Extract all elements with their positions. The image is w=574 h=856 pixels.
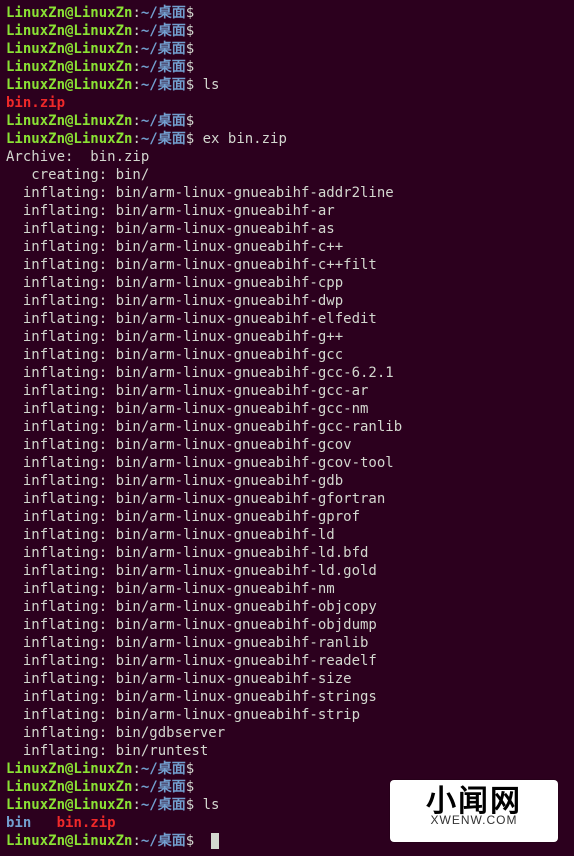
file-binzip: bin.zip [57,815,116,831]
prompt-path: ~/桌面 [141,41,186,57]
output-line: inflating: bin/arm-linux-gnueabihf-g++ [6,328,568,346]
prompt-user: LinuxZn@LinuxZn [6,797,132,813]
command-text: ex bin.zip [194,131,287,147]
prompt-user: LinuxZn@LinuxZn [6,5,132,21]
prompt-dollar: $ [186,5,194,21]
prompt-colon: : [132,131,140,147]
output-line: inflating: bin/arm-linux-gnueabihf-gcc-r… [6,418,568,436]
prompt-path: ~/桌面 [141,59,186,75]
prompt-line: LinuxZn@LinuxZn:~/桌面$ [6,40,568,58]
file-binzip: bin.zip [6,95,65,111]
dir-bin: bin [6,815,31,831]
output-line: inflating: bin/arm-linux-gnueabihf-nm [6,580,568,598]
prompt-user: LinuxZn@LinuxZn [6,23,132,39]
output-line: inflating: bin/runtest [6,742,568,760]
output-line: inflating: bin/arm-linux-gnueabihf-gdb [6,472,568,490]
prompt-user: LinuxZn@LinuxZn [6,833,132,849]
prompt-dollar: $ [186,797,194,813]
watermark-subtitle: XWENW.COM [431,811,518,829]
prompt-colon: : [132,761,140,777]
prompt-path: ~/桌面 [141,761,186,777]
prompt-user: LinuxZn@LinuxZn [6,41,132,57]
command-text [194,833,202,849]
prompt-dollar: $ [186,833,194,849]
prompt-user: LinuxZn@LinuxZn [6,113,132,129]
prompt-colon: : [132,833,140,849]
prompt-line: LinuxZn@LinuxZn:~/桌面$ ex bin.zip [6,130,568,148]
output-line: inflating: bin/arm-linux-gnueabihf-c++ [6,238,568,256]
output-line: inflating: bin/gdbserver [6,724,568,742]
prompt-dollar: $ [186,41,194,57]
prompt-line: LinuxZn@LinuxZn:~/桌面$ [6,760,568,778]
watermark: 小闻网 XWENW.COM [390,780,558,842]
output-line: Archive: bin.zip [6,148,568,166]
prompt-colon: : [132,41,140,57]
output-line: inflating: bin/arm-linux-gnueabihf-as [6,220,568,238]
terminal-output[interactable]: LinuxZn@LinuxZn:~/桌面$LinuxZn@LinuxZn:~/桌… [6,4,568,850]
prompt-user: LinuxZn@LinuxZn [6,77,132,93]
prompt-path: ~/桌面 [141,113,186,129]
output-line: inflating: bin/arm-linux-gnueabihf-gcc-n… [6,400,568,418]
output-line: inflating: bin/arm-linux-gnueabihf-reade… [6,652,568,670]
output-line: inflating: bin/arm-linux-gnueabihf-ranli… [6,634,568,652]
prompt-user: LinuxZn@LinuxZn [6,761,132,777]
output-line: inflating: bin/arm-linux-gnueabihf-gcov-… [6,454,568,472]
prompt-line: LinuxZn@LinuxZn:~/桌面$ ls [6,76,568,94]
cursor [211,833,219,849]
command-text: ls [194,77,219,93]
output-line: inflating: bin/arm-linux-gnueabihf-gprof [6,508,568,526]
prompt-dollar: $ [186,59,194,75]
prompt-dollar: $ [186,77,194,93]
prompt-dollar: $ [186,131,194,147]
prompt-path: ~/桌面 [141,779,186,795]
prompt-dollar: $ [186,23,194,39]
prompt-user: LinuxZn@LinuxZn [6,779,132,795]
prompt-line: LinuxZn@LinuxZn:~/桌面$ [6,112,568,130]
prompt-dollar: $ [186,761,194,777]
output-line: inflating: bin/arm-linux-gnueabihf-ld [6,526,568,544]
prompt-user: LinuxZn@LinuxZn [6,131,132,147]
output-line: inflating: bin/arm-linux-gnueabihf-gcc [6,346,568,364]
prompt-dollar: $ [186,113,194,129]
prompt-path: ~/桌面 [141,77,186,93]
output-line: inflating: bin/arm-linux-gnueabihf-cpp [6,274,568,292]
command-text: ls [194,797,219,813]
output-line: inflating: bin/arm-linux-gnueabihf-c++fi… [6,256,568,274]
output-line: creating: bin/ [6,166,568,184]
output-line: inflating: bin/arm-linux-gnueabihf-addr2… [6,184,568,202]
output-line: inflating: bin/arm-linux-gnueabihf-gcc-a… [6,382,568,400]
prompt-line: LinuxZn@LinuxZn:~/桌面$ [6,22,568,40]
prompt-path: ~/桌面 [141,131,186,147]
output-line: inflating: bin/arm-linux-gnueabihf-objco… [6,598,568,616]
prompt-line: LinuxZn@LinuxZn:~/桌面$ [6,58,568,76]
prompt-path: ~/桌面 [141,23,186,39]
prompt-dollar: $ [186,779,194,795]
output-line: inflating: bin/arm-linux-gnueabihf-ld.go… [6,562,568,580]
prompt-colon: : [132,59,140,75]
output-line: inflating: bin/arm-linux-gnueabihf-size [6,670,568,688]
prompt-colon: : [132,23,140,39]
output-line: inflating: bin/arm-linux-gnueabihf-strin… [6,688,568,706]
ls-output-line: bin.zip [6,94,568,112]
output-line: inflating: bin/arm-linux-gnueabihf-gcc-6… [6,364,568,382]
output-line: inflating: bin/arm-linux-gnueabihf-gcov [6,436,568,454]
output-line: inflating: bin/arm-linux-gnueabihf-dwp [6,292,568,310]
prompt-line: LinuxZn@LinuxZn:~/桌面$ [6,4,568,22]
prompt-colon: : [132,797,140,813]
output-line: inflating: bin/arm-linux-gnueabihf-elfed… [6,310,568,328]
prompt-colon: : [132,77,140,93]
output-line: inflating: bin/arm-linux-gnueabihf-gfort… [6,490,568,508]
prompt-user: LinuxZn@LinuxZn [6,59,132,75]
output-line: inflating: bin/arm-linux-gnueabihf-objdu… [6,616,568,634]
prompt-path: ~/桌面 [141,833,186,849]
output-line: inflating: bin/arm-linux-gnueabihf-ar [6,202,568,220]
prompt-path: ~/桌面 [141,5,186,21]
watermark-title: 小闻网 [426,793,522,811]
output-line: inflating: bin/arm-linux-gnueabihf-ld.bf… [6,544,568,562]
prompt-colon: : [132,779,140,795]
prompt-colon: : [132,113,140,129]
prompt-colon: : [132,5,140,21]
prompt-path: ~/桌面 [141,797,186,813]
output-line: inflating: bin/arm-linux-gnueabihf-strip [6,706,568,724]
